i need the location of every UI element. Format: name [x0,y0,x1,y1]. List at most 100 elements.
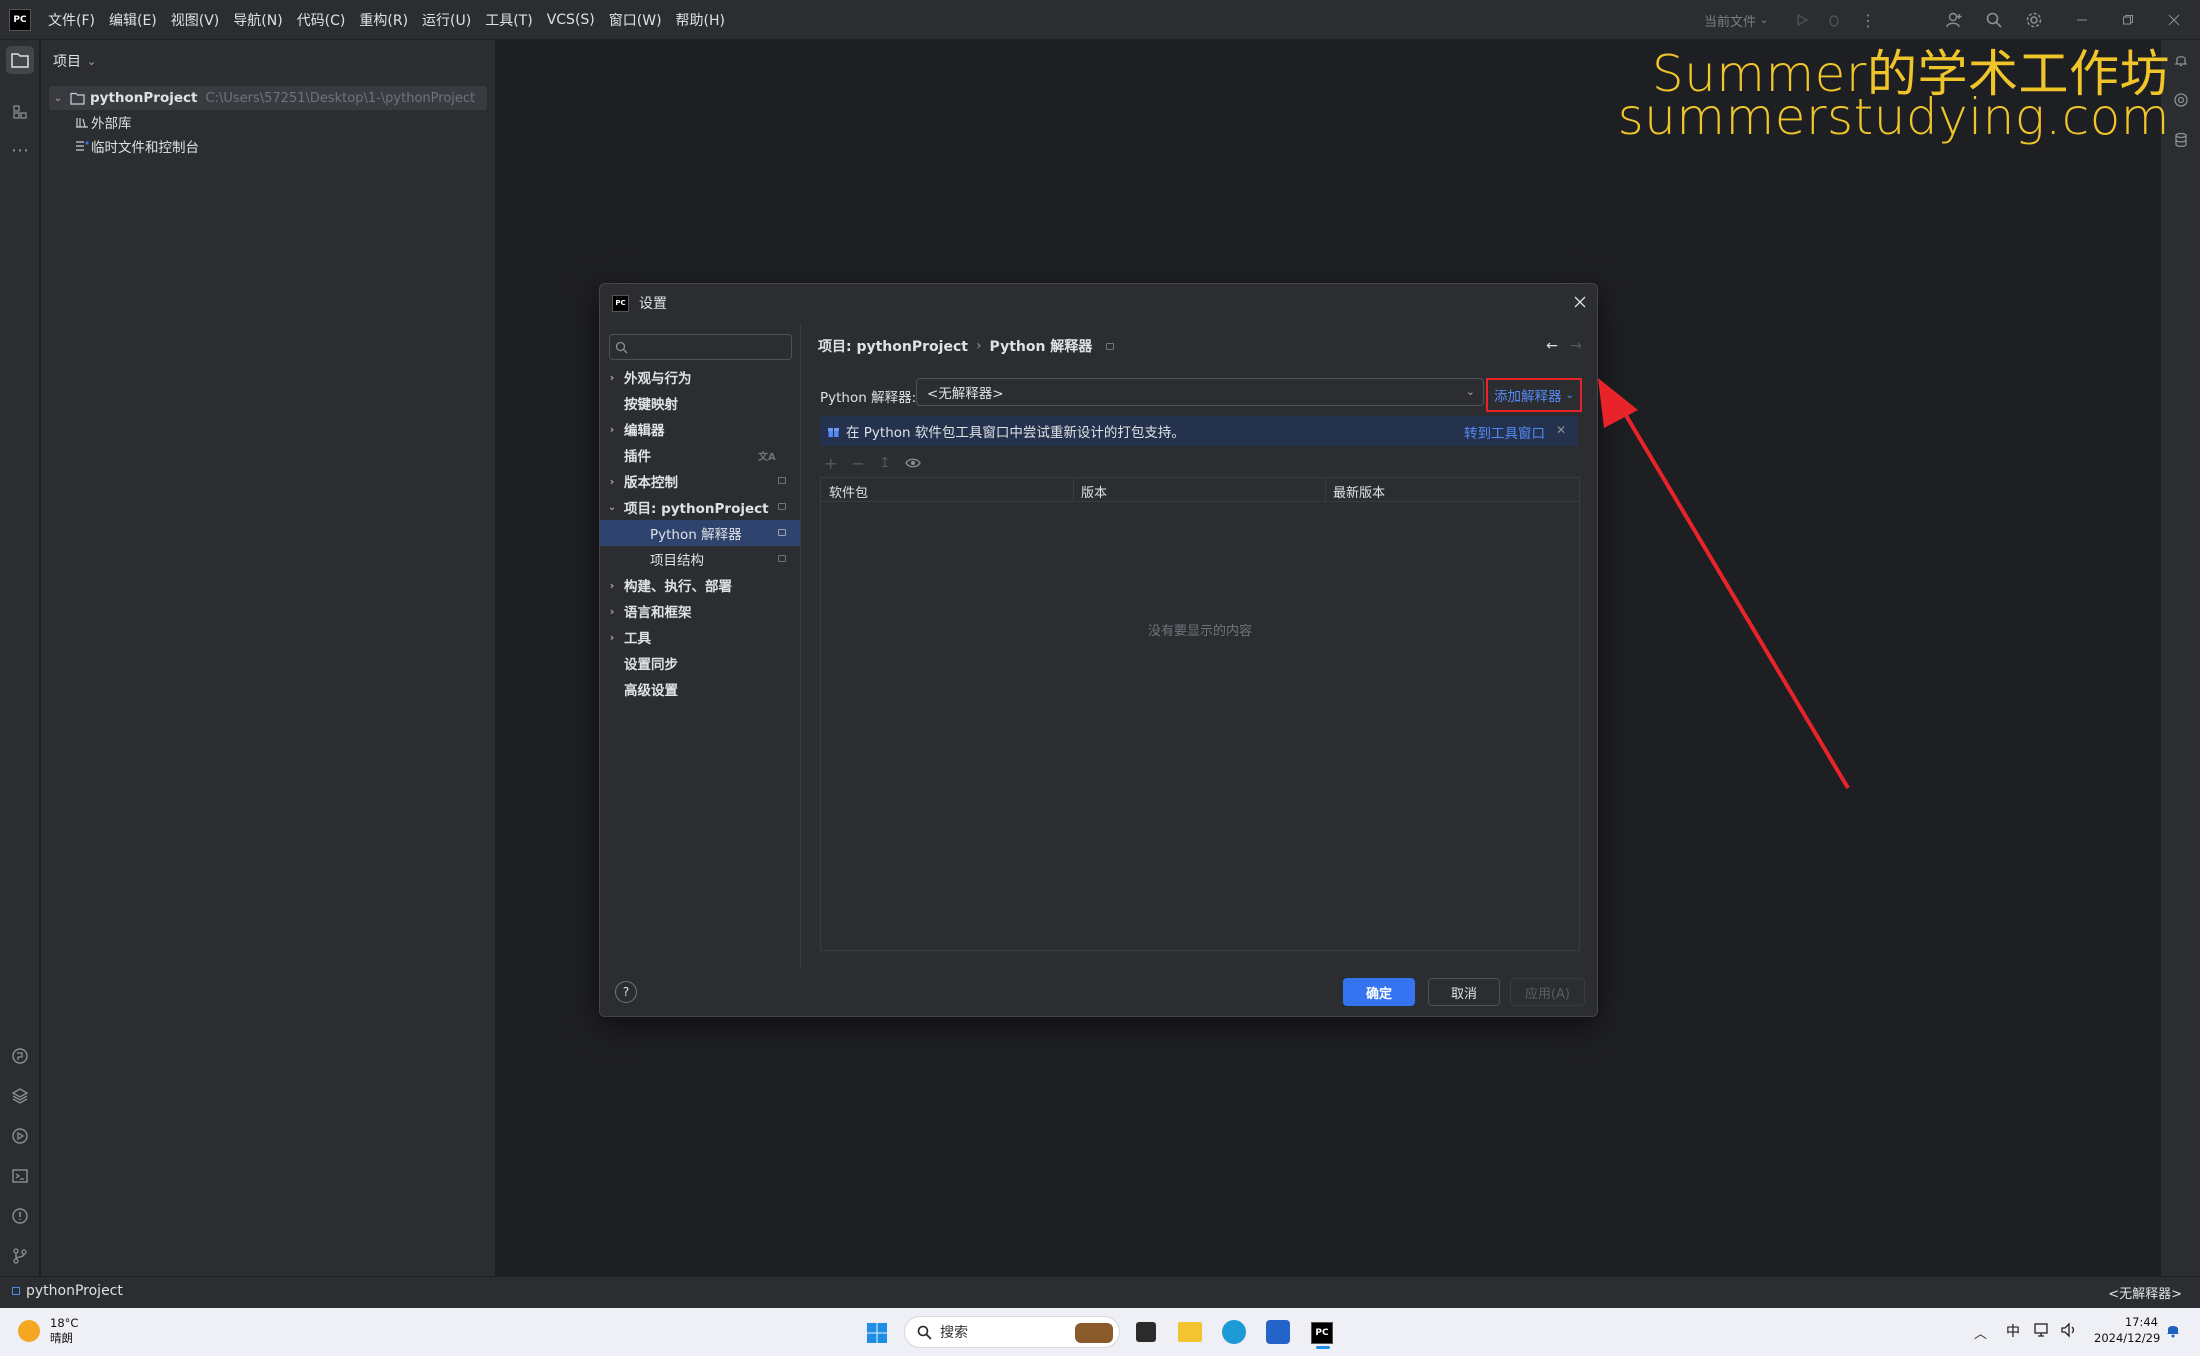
edge-browser-icon[interactable] [1222,1320,1246,1344]
python-packages-icon[interactable] [6,1082,34,1110]
clock[interactable]: 17:44 2024/12/29 [2094,1314,2160,1346]
project-scope-icon [778,503,786,510]
nav-plugins[interactable]: 插件 文A [600,442,800,468]
python-console-icon[interactable] [6,1042,34,1070]
col-latest-version[interactable]: 最新版本 [1333,482,1385,501]
dialog-divider [800,324,801,968]
menu-edit[interactable]: 编辑(E) [109,10,157,30]
col-package[interactable]: 软件包 [829,482,868,501]
terminal-icon[interactable] [6,1162,34,1190]
eye-icon[interactable] [904,457,921,469]
apply-button[interactable]: 应用(A) [1510,978,1585,1006]
taskbar-search[interactable]: 搜索 [904,1316,1120,1348]
forward-arrow-icon[interactable]: → [1568,338,1584,354]
breadcrumb-project[interactable]: 项目: pythonProject [818,336,968,356]
ai-assistant-icon[interactable] [2167,86,2195,114]
search-icon[interactable] [1984,10,2004,30]
notifications-icon[interactable] [2167,46,2195,74]
more-vertical-icon[interactable]: ⋮ [1858,10,1878,30]
pycharm-logo-icon: PC [9,9,31,31]
project-tool-icon[interactable] [6,46,34,74]
ime-indicator[interactable]: 中 [2006,1321,2020,1341]
col-divider [1073,478,1074,502]
tree-root-project[interactable]: ⌄ pythonProject C:\Users\57251\Desktop\1… [49,86,487,110]
task-view-icon[interactable] [1136,1322,1156,1342]
status-project[interactable]: pythonProject [12,1283,123,1299]
nav-project[interactable]: ⌄ 项目: pythonProject [600,494,800,520]
run-icon[interactable] [1792,10,1812,30]
annotation-arrow [1598,378,1850,790]
nav-appearance[interactable]: › 外观与行为 [600,364,800,390]
start-icon[interactable] [864,1320,890,1346]
status-interpreter[interactable]: <无解释器> [2108,1283,2182,1302]
nav-languages[interactable]: › 语言和框架 [600,598,800,624]
banner-link[interactable]: 转到工具窗口 [1464,422,1545,442]
nav-editor[interactable]: › 编辑器 [600,416,800,442]
debug-icon[interactable] [1824,10,1844,30]
banner-close-icon[interactable]: ✕ [1556,423,1566,437]
database-icon[interactable] [2167,126,2195,154]
store-icon[interactable] [1266,1320,1290,1344]
nav-settings-sync[interactable]: 设置同步 [600,650,800,676]
dialog-header: PC 设置 [612,293,667,313]
services-icon[interactable] [6,1122,34,1150]
nav-python-interpreter[interactable]: Python 解释器 [600,520,800,546]
settings-nav: › 外观与行为 按键映射 › 编辑器 插件 文A › 版本控制 ⌄ 项目: py… [600,364,800,884]
tray-chevron-up-icon[interactable]: ︿ [1974,1323,1987,1342]
add-user-icon[interactable] [1944,10,1964,30]
menu-view[interactable]: 视图(V) [171,10,220,30]
menu-code[interactable]: 代码(C) [297,10,346,30]
menu-refactor[interactable]: 重构(R) [359,10,408,30]
restore-icon[interactable] [2118,10,2138,30]
cancel-button[interactable]: 取消 [1428,978,1500,1006]
nav-advanced-settings[interactable]: 高级设置 [600,676,800,702]
close-icon[interactable] [1572,294,1588,310]
taskbar: 18°C 晴朗 搜索 PC ︿ 中 17:44 2024/12/29 [0,1308,2200,1356]
ok-button[interactable]: 确定 [1343,978,1415,1006]
chevron-down-icon: ⌄ [607,501,617,513]
nav-version-control[interactable]: › 版本控制 [600,468,800,494]
settings-search-input[interactable] [609,334,792,360]
nav-tools[interactable]: › 工具 [600,624,800,650]
project-panel-header[interactable]: 项目 ⌄ [53,50,96,72]
problems-icon[interactable] [6,1202,34,1230]
upgrade-icon[interactable]: ↥ [879,455,891,471]
tree-external-libraries[interactable]: 外部库 [73,110,132,134]
chevron-down-icon: ⌄ [1565,389,1574,401]
project-scope-icon [778,477,786,484]
chevron-down-icon: ⌄ [1760,14,1769,26]
menu-navigate[interactable]: 导航(N) [233,10,282,30]
volume-icon[interactable] [2060,1322,2078,1338]
back-arrow-icon[interactable]: ← [1544,338,1560,354]
menu-vcs[interactable]: VCS(S) [547,12,595,28]
close-window-icon[interactable] [2164,10,2184,30]
weather-widget[interactable]: 18°C 晴朗 [18,1316,78,1346]
remove-icon[interactable]: − [851,454,864,473]
help-button[interactable]: ? [615,981,637,1003]
file-explorer-icon[interactable] [1178,1322,1202,1342]
col-version[interactable]: 版本 [1081,482,1107,501]
pycharm-taskbar-icon[interactable]: PC [1308,1318,1336,1349]
menu-run[interactable]: 运行(U) [422,10,471,30]
notification-bell-icon[interactable] [2166,1322,2180,1338]
add-icon[interactable]: + [824,454,837,473]
minimize-icon[interactable] [2072,10,2092,30]
menu-file[interactable]: 文件(F) [48,10,95,30]
nav-build-execution[interactable]: › 构建、执行、部署 [600,572,800,598]
menu-window[interactable]: 窗口(W) [609,10,662,30]
interpreter-select[interactable]: <无解释器> ⌄ [916,378,1484,406]
git-icon[interactable] [6,1242,34,1270]
add-interpreter-button[interactable]: 添加解释器 ⌄ [1486,378,1582,412]
network-icon[interactable] [2034,1322,2052,1338]
gear-icon[interactable] [2024,10,2044,30]
library-icon [73,116,91,128]
structure-tool-icon[interactable] [6,98,34,126]
tree-scratches[interactable]: 临时文件和控制台 [73,134,199,158]
menu-help[interactable]: 帮助(H) [676,10,725,30]
menu-tools[interactable]: 工具(T) [485,10,532,30]
more-tools-icon[interactable]: ⋯ [6,136,34,164]
chevron-right-icon: › [609,630,615,644]
interpreter-select-value: <无解释器> [927,386,1004,402]
nav-project-structure[interactable]: 项目结构 [600,546,800,572]
nav-keymap[interactable]: 按键映射 [600,390,800,416]
